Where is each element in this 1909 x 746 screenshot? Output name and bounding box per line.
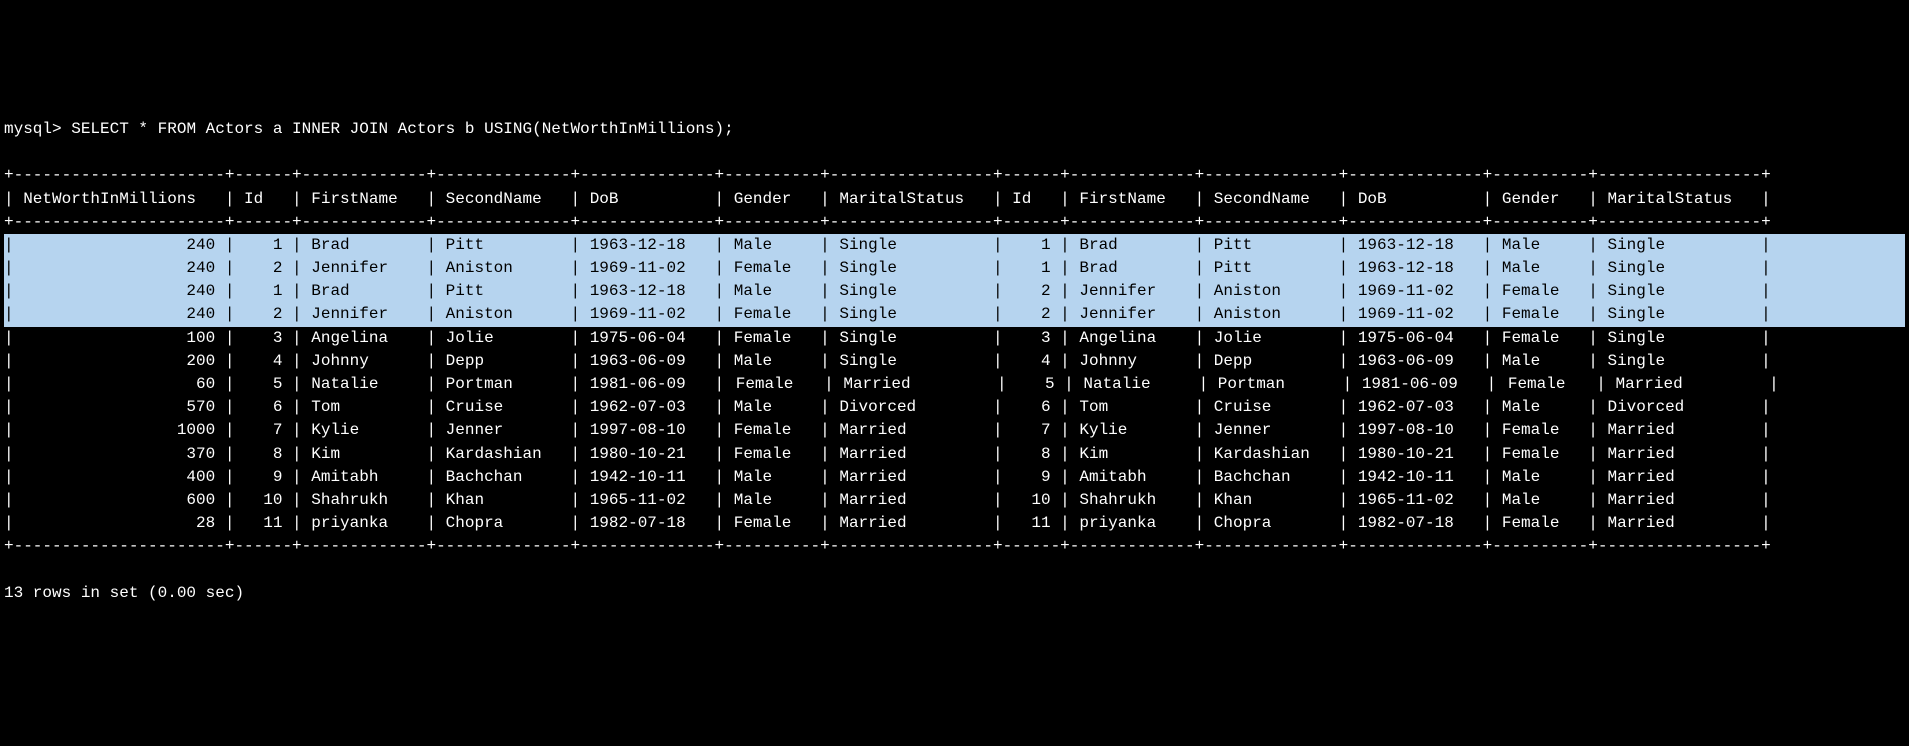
table-row: | 1000 | 7 | Kylie | Jenner | 1997-08-10… — [4, 419, 1905, 442]
table-row: | 400 | 9 | Amitabh | Bachchan | 1942-10… — [4, 466, 1905, 489]
gender-tag: Female — [1506, 375, 1568, 393]
table-row: | 600 | 10 | Shahrukh | Khan | 1965-11-0… — [4, 489, 1905, 512]
table-header: | NetWorthInMillions | Id | FirstName | … — [4, 188, 1905, 211]
result-table: +----------------------+------+---------… — [4, 164, 1905, 558]
table-row: | 240 | 2 | Jennifer | Aniston | 1969-11… — [4, 257, 1905, 280]
table-separator: +----------------------+------+---------… — [4, 535, 1905, 558]
result-footer: 13 rows in set (0.00 sec) — [4, 582, 1905, 605]
table-row: | 570 | 6 | Tom | Cruise | 1962-07-03 | … — [4, 396, 1905, 419]
table-row: | 240 | 1 | Brad | Pitt | 1963-12-18 | M… — [4, 280, 1905, 303]
terminal-output: mysql> SELECT * FROM Actors a INNER JOIN… — [0, 93, 1909, 630]
sql-query: SELECT * FROM Actors a INNER JOIN Actors… — [71, 120, 734, 138]
query-line: mysql> SELECT * FROM Actors a INNER JOIN… — [4, 118, 1905, 141]
mysql-prompt: mysql> — [4, 120, 71, 138]
table-separator: +----------------------+------+---------… — [4, 164, 1905, 187]
table-row: | 240 | 2 | Jennifer | Aniston | 1969-11… — [4, 303, 1905, 326]
table-row: | 240 | 1 | Brad | Pitt | 1963-12-18 | M… — [4, 234, 1905, 257]
table-row: | 28 | 11 | priyanka | Chopra | 1982-07-… — [4, 512, 1905, 535]
table-separator: +----------------------+------+---------… — [4, 211, 1905, 234]
table-row: | 100 | 3 | Angelina | Jolie | 1975-06-0… — [4, 327, 1905, 350]
gender-tag: Female — [734, 375, 796, 393]
table-row: | 370 | 8 | Kim | Kardashian | 1980-10-2… — [4, 443, 1905, 466]
table-row: | 200 | 4 | Johnny | Depp | 1963-06-09 |… — [4, 350, 1905, 373]
table-row: | 60 | 5 | Natalie | Portman | 1981-06-0… — [4, 373, 1905, 396]
